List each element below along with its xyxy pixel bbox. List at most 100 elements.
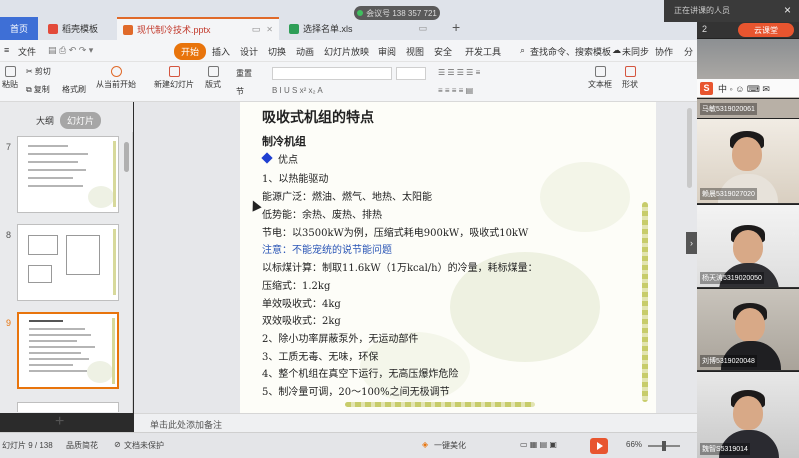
tab-pptx[interactable]: 现代制冷技术.pptx ▭ ✕	[117, 17, 279, 40]
section-label: 节	[236, 87, 244, 96]
thumb-line	[28, 145, 68, 147]
collapse-panel-icon[interactable]: ›	[686, 232, 697, 254]
menu-home[interactable]: 开始	[174, 43, 207, 60]
slide-line[interactable]: 1、以热能驱动	[262, 170, 328, 185]
menu-developer[interactable]: 开发工具	[465, 45, 501, 58]
paragraph-buttons[interactable]: ☰ ☰ ☰ ☰ ≡	[438, 68, 480, 77]
tab-home-label: 首页	[9, 24, 28, 34]
notes-placeholder: 单击此处添加备注	[150, 420, 223, 430]
person-face	[732, 137, 762, 171]
slide-title[interactable]: 吸收式机组的特点	[262, 107, 374, 127]
expand-video-icon[interactable]: ›	[789, 222, 799, 244]
menu-slideshow[interactable]: 幻灯片放映	[324, 45, 369, 58]
slide-line[interactable]: 双效吸收式：2kg	[262, 312, 341, 327]
slide-line[interactable]: 3、工质无毒、无味，环保	[262, 348, 378, 363]
align-buttons[interactable]: ≡ ≡ ≡ ≡ ▤	[438, 86, 473, 95]
play-slideshow-button[interactable]	[590, 438, 608, 454]
tab-xls[interactable]: 选择名单.xls ▭	[283, 17, 433, 40]
slide-line[interactable]: 4、整个机组在真空下运行，无高压爆炸危险	[262, 365, 458, 380]
slide-note-line[interactable]: 注意：不能宠统的说节能问题	[262, 241, 392, 256]
tab-outline[interactable]: 大纲	[36, 114, 54, 127]
zoom-slider-handle[interactable]	[662, 441, 666, 451]
textbox-button[interactable]: 文本框	[588, 66, 612, 90]
shape-label: 形状	[622, 80, 638, 89]
participant-video[interactable]: 魏智S5319014	[697, 371, 799, 458]
collab-button[interactable]: 协作	[655, 45, 673, 58]
hamburger-icon[interactable]: ≡	[4, 45, 9, 55]
reset-button[interactable]: 重置	[236, 68, 252, 79]
slide-line[interactable]: 单效吸收式：4kg	[262, 295, 341, 310]
theme-name[interactable]: 品质简花	[66, 440, 98, 451]
paste-button[interactable]: 粘贴	[2, 66, 18, 90]
menu-transition[interactable]: 切换	[268, 45, 286, 58]
tab-home[interactable]: 首页	[0, 17, 38, 40]
bullet-label[interactable]: 优点	[278, 151, 298, 166]
format-painter-button[interactable]: 格式刷	[62, 84, 86, 95]
beautify-button[interactable]: 一键美化	[434, 440, 466, 451]
shield-icon: ⊘	[114, 440, 121, 449]
slide-thumbnail-8[interactable]	[17, 224, 119, 301]
slide-thumbnail-7[interactable]	[17, 136, 119, 213]
sync-status[interactable]: 未同步	[622, 45, 649, 58]
layout-button[interactable]: 版式	[205, 66, 221, 90]
copy-button[interactable]: ⧉ 复制	[26, 84, 50, 95]
section-button[interactable]: 节	[236, 86, 244, 97]
font-size-select[interactable]	[396, 67, 426, 80]
zoom-level[interactable]: 66%	[626, 440, 642, 449]
reset-label: 重置	[236, 69, 252, 78]
view-mode-buttons[interactable]: ▭ ▦ ▤ ▣	[520, 440, 557, 449]
slide-line[interactable]: 压缩式：1.2kg	[262, 277, 330, 292]
menu-design[interactable]: 设计	[240, 45, 258, 58]
menu-view[interactable]: 视图	[406, 45, 424, 58]
live-classroom-badge[interactable]: 云课堂	[738, 23, 794, 37]
menu-insert[interactable]: 插入	[212, 45, 230, 58]
font-name-select[interactable]	[272, 67, 392, 80]
input-method-toolbar[interactable]: S 中 ◦ ☺ ⌨ ✉	[697, 79, 799, 97]
sync-icon[interactable]: ☁	[612, 45, 621, 56]
docer-icon	[48, 23, 58, 34]
slide-panel-scrollbar[interactable]	[124, 142, 129, 172]
slide-thumbnail-10[interactable]	[17, 402, 119, 412]
tab-template[interactable]: 稻壳模板	[42, 17, 114, 40]
participant-video[interactable]: 赖晨5319027020	[697, 118, 799, 203]
slide-line[interactable]: 节电：以3500kW为例，压缩式耗电900kW，吸收式10kW	[262, 224, 528, 239]
menu-review[interactable]: 审阅	[378, 45, 396, 58]
notes-pane[interactable]: 单击此处添加备注	[134, 413, 697, 432]
participant-video[interactable]: 杨天涛5319020050	[697, 204, 799, 287]
pptx-file-icon	[123, 24, 133, 35]
menu-security[interactable]: 安全	[434, 45, 452, 58]
diamond-bullet-icon	[261, 152, 273, 164]
add-slide-plus-icon[interactable]: +	[55, 413, 64, 431]
tab-xls-menu-icon[interactable]: ▭	[418, 23, 427, 34]
tab-slides[interactable]: 幻灯片	[60, 112, 102, 129]
new-tab-plus-icon[interactable]: +	[452, 19, 460, 35]
tab-pptx-menu-icon[interactable]: ▭	[252, 24, 261, 35]
meeting-close-icon[interactable]: ×	[784, 3, 791, 17]
slide-line[interactable]: 2、除小功率屏蔽泵外，无运动部件	[262, 330, 418, 345]
slide-line[interactable]: 低势能：余热、废热、排热	[262, 206, 382, 221]
play-from-current-button[interactable]: 从当前开始	[96, 66, 136, 90]
slide-thumbnail-9[interactable]	[17, 312, 119, 389]
search-icon[interactable]: ⌕	[520, 45, 525, 56]
shape-button[interactable]: 形状	[622, 66, 638, 90]
slide-canvas[interactable]: 吸收式机组的特点 制冷机组 优点 1、以热能驱动 能源广泛：燃油、燃气、地热、太…	[240, 102, 656, 413]
doc-protection-status[interactable]: 文档未保护	[124, 440, 164, 451]
slide-line[interactable]: 以标煤计算：制取11.6kW（1万kcal/h）的冷量，耗标煤量：	[262, 259, 538, 274]
slide-line[interactable]: 5、制冷量可调，20～100%之间无极调节	[262, 383, 450, 398]
participant-video[interactable]: 刘博5319020048	[697, 288, 799, 370]
slide-subtitle[interactable]: 制冷机组	[262, 133, 306, 149]
font-format-buttons[interactable]: B I U S x² x₂ A	[272, 86, 323, 95]
meeting-window-count[interactable]: 2	[702, 24, 707, 34]
participant-video[interactable]: 马敏5319020061	[697, 98, 799, 118]
new-slide-button[interactable]: 新建幻灯片	[154, 66, 194, 90]
slide-line[interactable]: 能源广泛：燃油、燃气、地热、太阳能	[262, 188, 432, 203]
cut-button[interactable]: ✂ 剪切	[26, 66, 51, 77]
command-search[interactable]: 查找命令、搜索模板	[530, 45, 611, 58]
menu-animation[interactable]: 动画	[296, 45, 314, 58]
thumb-line	[29, 334, 91, 336]
share-button[interactable]: 分	[684, 45, 693, 58]
quick-access-icons[interactable]: ▤ ⎙ ↶ ↷ ▾	[48, 45, 93, 56]
tab-pptx-close-icon[interactable]: ✕	[266, 25, 273, 34]
editor-scrollbar[interactable]	[687, 108, 692, 188]
menu-file[interactable]: 文件	[18, 45, 36, 58]
